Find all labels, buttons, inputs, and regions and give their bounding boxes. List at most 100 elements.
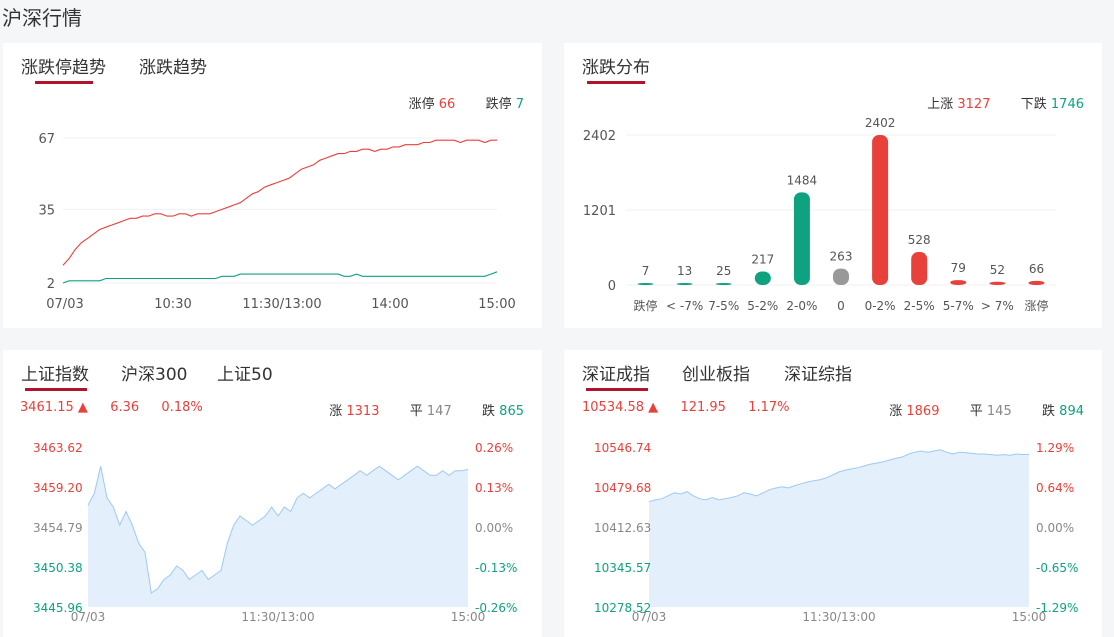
up-label: 涨	[329, 404, 343, 419]
y-right-tick-label: 0.13%	[475, 481, 513, 495]
category-label: 0	[837, 299, 845, 313]
distribution-legend: 上涨 3127 下跌 1746	[927, 93, 1084, 112]
x-tick-label: 15:00	[1012, 610, 1047, 624]
sz-quote: 10534.58 ▲ 121.95 1.17%	[582, 400, 790, 415]
sz-change-pct: 1.17%	[748, 400, 790, 415]
distribution-bar	[1028, 280, 1045, 285]
flat-label: 平	[409, 404, 423, 419]
flat-count: 147	[426, 404, 452, 419]
sz-change: 121.95	[680, 400, 726, 415]
sz-index-chart: 10546.7410479.6810412.6310345.5710278.52…	[594, 441, 1078, 624]
limit-down-count: 7	[515, 97, 524, 112]
tab-sh-composite[interactable]: 上证指数	[21, 360, 89, 385]
tab-sz-composite[interactable]: 深证综指	[784, 360, 852, 385]
x-tick-label: 15:00	[478, 297, 515, 312]
y-left-tick-label: 3454.79	[33, 521, 83, 535]
page-title: 沪深行情	[2, 6, 82, 30]
active-tab-underline	[586, 388, 648, 391]
x-tick-label: 11:30/13:00	[241, 610, 314, 624]
up-count: 1869	[906, 404, 940, 419]
y-right-tick-label: 1.29%	[1036, 441, 1074, 455]
bar-value-label: 13	[677, 264, 692, 278]
bar-value-label: 263	[830, 250, 853, 264]
fall-count: 1746	[1050, 97, 1084, 112]
y-left-tick-label: 3450.38	[33, 561, 83, 575]
y-right-tick-label: -0.65%	[1036, 561, 1078, 575]
limit-trend-chart: 67 35 2 07/03 10:30 11:30/13:00 14:00 15:00	[38, 132, 515, 312]
distribution-bar	[989, 281, 1006, 285]
y-left-tick-label: 10345.57	[594, 561, 651, 575]
x-tick-label: 07/03	[632, 610, 667, 624]
up-arrow-icon: ▲	[77, 400, 88, 415]
tab-sse50[interactable]: 上证50	[217, 360, 273, 385]
bar-value-label: 25	[716, 264, 731, 278]
x-tick-label: 11:30/13:00	[802, 610, 875, 624]
sh-index-card: 上证指数 沪深300 上证50 3461.15 ▲ 6.36 0.18% 涨 1…	[3, 350, 542, 637]
y-tick-label: 35	[38, 203, 55, 218]
tab-csi300[interactable]: 沪深300	[121, 360, 187, 385]
tab-limit-trend[interactable]: 涨跌停趋势	[21, 53, 106, 78]
y-tick-label: 2	[47, 277, 55, 292]
category-label: 2-5%	[904, 299, 935, 313]
bar-value-label: 66	[1029, 262, 1044, 276]
tab-rise-fall-trend[interactable]: 涨跌趋势	[139, 53, 207, 78]
flat-label: 平	[969, 404, 983, 419]
down-label: 跌	[482, 404, 496, 419]
bar-value-label: 1484	[787, 173, 818, 187]
category-label: 涨停	[1024, 298, 1048, 313]
active-tab-underline	[25, 388, 87, 391]
distribution-bar	[637, 283, 654, 285]
y-left-tick-label: 3459.20	[33, 481, 83, 495]
limit-legend: 涨停 66 跌停 7	[409, 93, 524, 112]
distribution-bar	[793, 192, 810, 285]
tab-chinext[interactable]: 创业板指	[682, 360, 750, 385]
y-right-tick-label: 0.00%	[1036, 521, 1074, 535]
active-tab-underline	[587, 81, 645, 84]
limit-down-label: 跌停	[485, 97, 512, 112]
distribution-bar	[911, 252, 928, 285]
distribution-chart: 2402 1201 0 7 跌停 13 < -7% 25 7-5% 217 5-2% 1484 2-0%…	[583, 116, 1056, 313]
y-left-tick-label: 10412.63	[594, 521, 651, 535]
y-tick-label: 2402	[583, 129, 616, 144]
tab-distribution[interactable]: 涨跌分布	[582, 53, 650, 78]
tab-sz-component[interactable]: 深证成指	[582, 360, 650, 385]
category-label: > 7%	[981, 299, 1014, 313]
y-left-tick-label: 10546.74	[594, 441, 651, 455]
category-label: 5-2%	[747, 299, 778, 313]
y-right-tick-label: -0.13%	[475, 561, 517, 575]
distribution-bar	[715, 283, 732, 285]
category-label: 5-7%	[943, 299, 974, 313]
y-right-tick-label: 0.64%	[1036, 481, 1074, 495]
x-tick-label: 07/03	[71, 610, 106, 624]
bar-value-label: 217	[751, 252, 774, 266]
category-label: 2-0%	[786, 299, 817, 313]
limit-down-line	[62, 271, 498, 284]
up-arrow-icon: ▲	[648, 400, 659, 415]
y-tick-label: 67	[38, 132, 55, 147]
price-area	[649, 449, 1029, 607]
sh-index-chart: 3463.623459.203454.793450.383445.960.26%…	[33, 441, 517, 624]
flat-count: 145	[986, 404, 1012, 419]
x-tick-label: 10:30	[154, 297, 191, 312]
y-tick-label: 0	[608, 279, 616, 294]
x-tick-label: 14:00	[371, 297, 408, 312]
distribution-bar	[676, 283, 693, 285]
rise-label: 上涨	[927, 97, 954, 112]
down-count: 894	[1059, 404, 1084, 419]
y-left-tick-label: 10479.68	[594, 481, 651, 495]
distribution-card: 涨跌分布 上涨 3127 下跌 1746 2402 1201 0 7 跌停 13 < -7%…	[564, 43, 1102, 328]
fall-label: 下跌	[1020, 97, 1047, 112]
limit-up-line	[62, 139, 497, 266]
bar-value-label: 2402	[865, 116, 896, 130]
distribution-bar	[950, 280, 967, 285]
rise-count: 3127	[957, 97, 991, 112]
y-tick-label: 1201	[583, 204, 616, 219]
y-left-tick-label: 3463.62	[33, 441, 83, 455]
sh-change-pct: 0.18%	[161, 400, 203, 415]
sz-breadth: 涨 1869 平 145 跌 894	[889, 400, 1084, 419]
bar-value-label: 528	[908, 233, 931, 247]
distribution-bar	[754, 271, 771, 285]
x-tick-label: 11:30/13:00	[242, 297, 321, 312]
sz-index-card: 深证成指 创业板指 深证综指 10534.58 ▲ 121.95 1.17% 涨…	[564, 350, 1102, 637]
price-area	[88, 466, 468, 607]
